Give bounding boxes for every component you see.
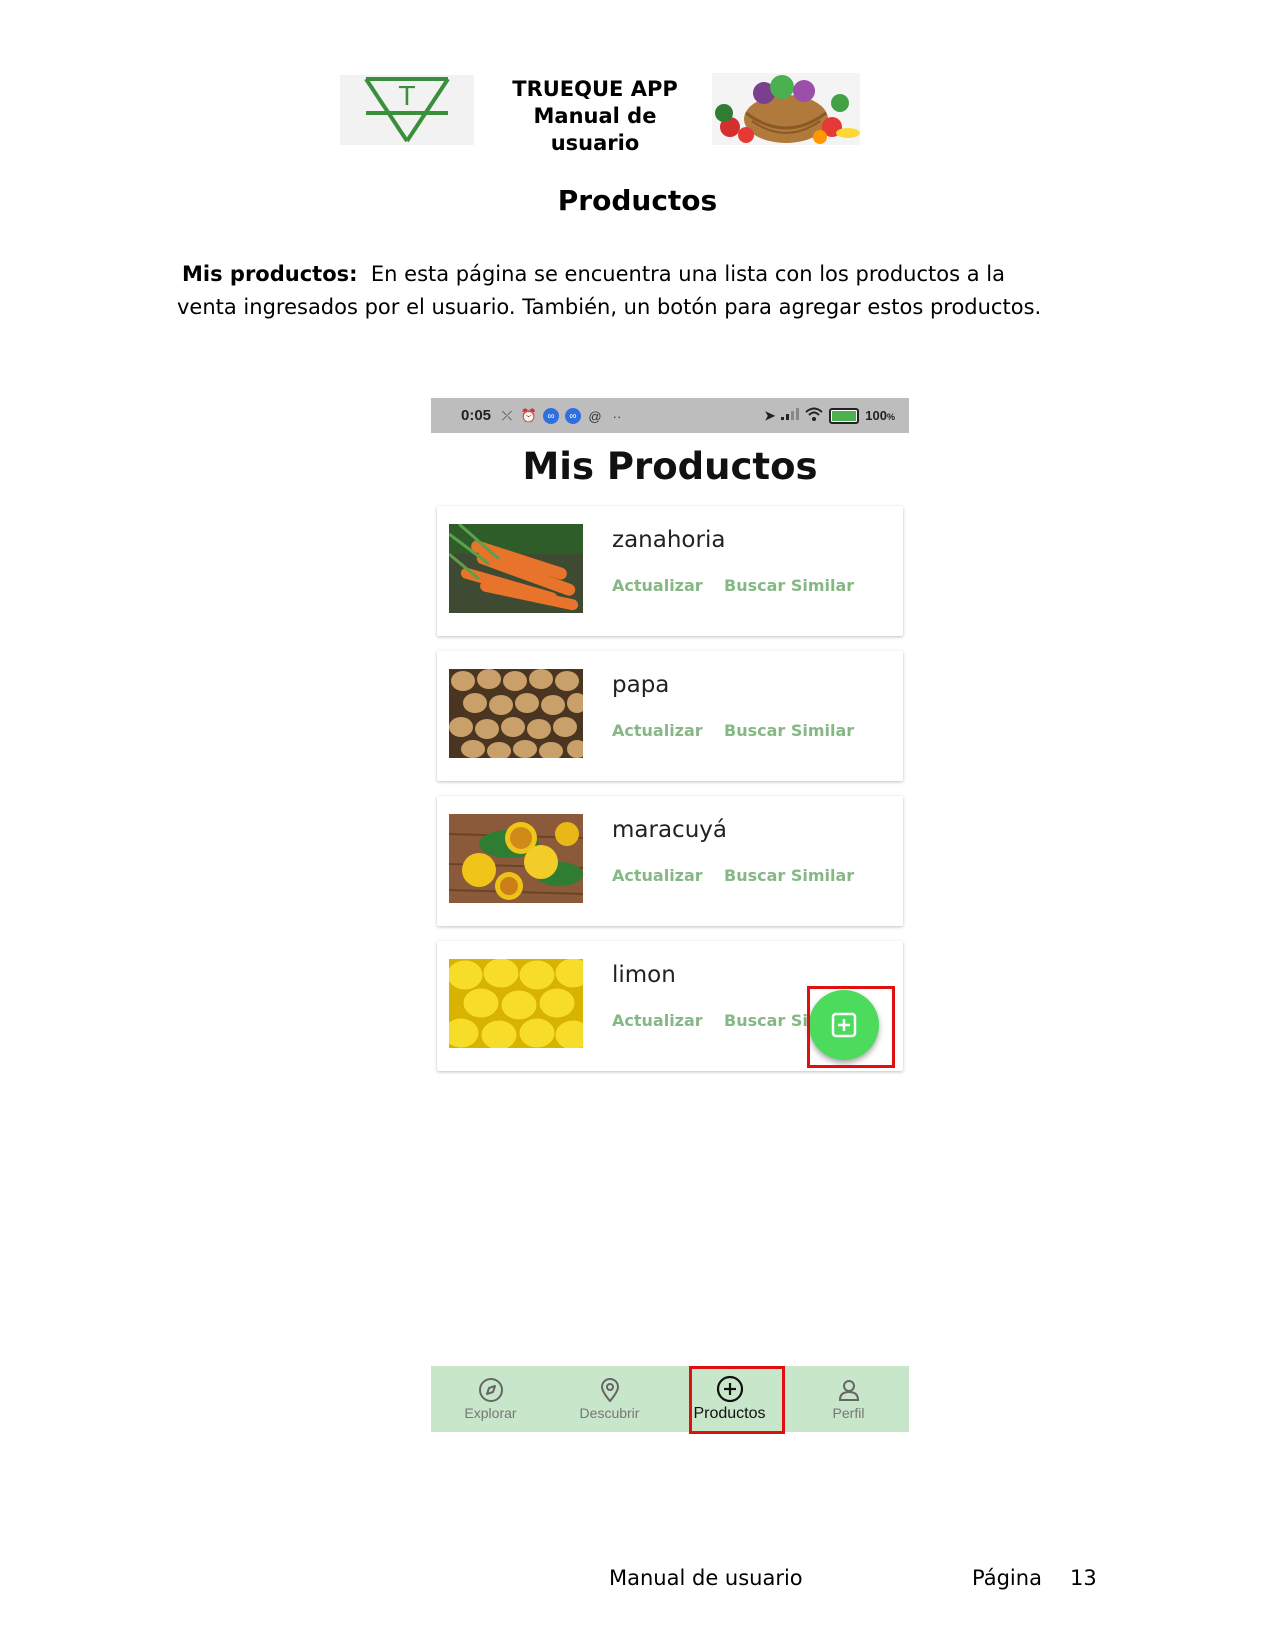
footer-page-number: 13 xyxy=(1070,1566,1097,1590)
product-image xyxy=(449,669,583,758)
product-name: maracuyá xyxy=(612,817,727,843)
intro-bold-label: Mis productos: xyxy=(182,262,358,286)
section-title: Productos xyxy=(557,184,718,217)
document-header-title: TRUEQUE APP Manual de usuario xyxy=(490,76,700,157)
trueque-logo: T xyxy=(340,75,474,145)
find-similar-button[interactable]: Buscar Similar xyxy=(724,866,854,885)
person-icon xyxy=(838,1380,859,1401)
footer-page-label: Página xyxy=(972,1566,1042,1590)
update-button[interactable]: Actualizar xyxy=(612,576,703,595)
nav-item-perfil[interactable]: Perfil xyxy=(789,1366,908,1432)
product-name: zanahoria xyxy=(612,527,726,553)
nav-label: Explorar xyxy=(464,1405,517,1421)
product-card[interactable]: papa Actualizar Buscar Similar xyxy=(437,651,903,781)
signal-icon xyxy=(781,408,800,423)
nav-label: Descubrir xyxy=(579,1405,640,1421)
phone-screenshot: 0:05 ⤫ ⏰ ∞ ∞ @ ·· ➤ 100% Mis Productos z… xyxy=(431,398,909,1434)
sync-off-icon: ⤫ xyxy=(501,408,513,423)
wifi-icon xyxy=(805,407,823,424)
triangle-t-logo-icon: T xyxy=(364,77,450,143)
product-image xyxy=(449,959,583,1048)
at-icon: @ xyxy=(588,408,602,424)
bottom-navigation: Explorar Descubrir Productos Perfil xyxy=(431,1366,909,1432)
fab-highlight-box xyxy=(807,986,895,1068)
link-icon: ∞ xyxy=(543,408,559,424)
product-image xyxy=(449,524,583,613)
footer-manual-title: Manual de usuario xyxy=(609,1566,803,1590)
nav-label: Perfil xyxy=(832,1405,865,1421)
vegetable-basket-image xyxy=(712,73,860,145)
product-image xyxy=(449,814,583,903)
product-card[interactable]: zanahoria Actualizar Buscar Similar xyxy=(437,506,903,636)
location-pin-icon xyxy=(600,1378,619,1403)
compass-icon xyxy=(478,1378,503,1402)
status-time: 0:05 xyxy=(461,407,492,424)
update-button[interactable]: Actualizar xyxy=(612,866,703,885)
nav-item-explorar[interactable]: Explorar xyxy=(431,1366,550,1432)
svg-text:T: T xyxy=(398,82,415,112)
nav-highlight-box xyxy=(689,1366,785,1434)
manual-subtitle: Manual de usuario xyxy=(533,104,657,155)
update-button[interactable]: Actualizar xyxy=(612,721,703,740)
intro-paragraph: Mis productos: En esta página se encuent… xyxy=(177,258,1057,324)
more-dots-icon: ·· xyxy=(612,408,622,424)
find-similar-button[interactable]: Buscar Similar xyxy=(724,721,854,740)
product-card[interactable]: maracuyá Actualizar Buscar Similar xyxy=(437,796,903,926)
product-name: papa xyxy=(612,672,670,698)
nav-item-descubrir[interactable]: Descubrir xyxy=(550,1366,669,1432)
link-icon: ∞ xyxy=(565,408,581,424)
app-name: TRUEQUE APP xyxy=(512,77,678,101)
status-bar: 0:05 ⤫ ⏰ ∞ ∞ @ ·· ➤ 100% xyxy=(431,398,909,433)
update-button[interactable]: Actualizar xyxy=(612,1011,703,1030)
find-similar-button[interactable]: Buscar Similar xyxy=(724,576,854,595)
battery-percent: 100% xyxy=(865,408,895,423)
product-name: limon xyxy=(612,962,676,988)
screen-title: Mis Productos xyxy=(522,445,818,488)
location-arrow-icon: ➤ xyxy=(764,407,776,423)
battery-icon xyxy=(829,407,860,424)
alarm-icon: ⏰ xyxy=(520,408,538,423)
